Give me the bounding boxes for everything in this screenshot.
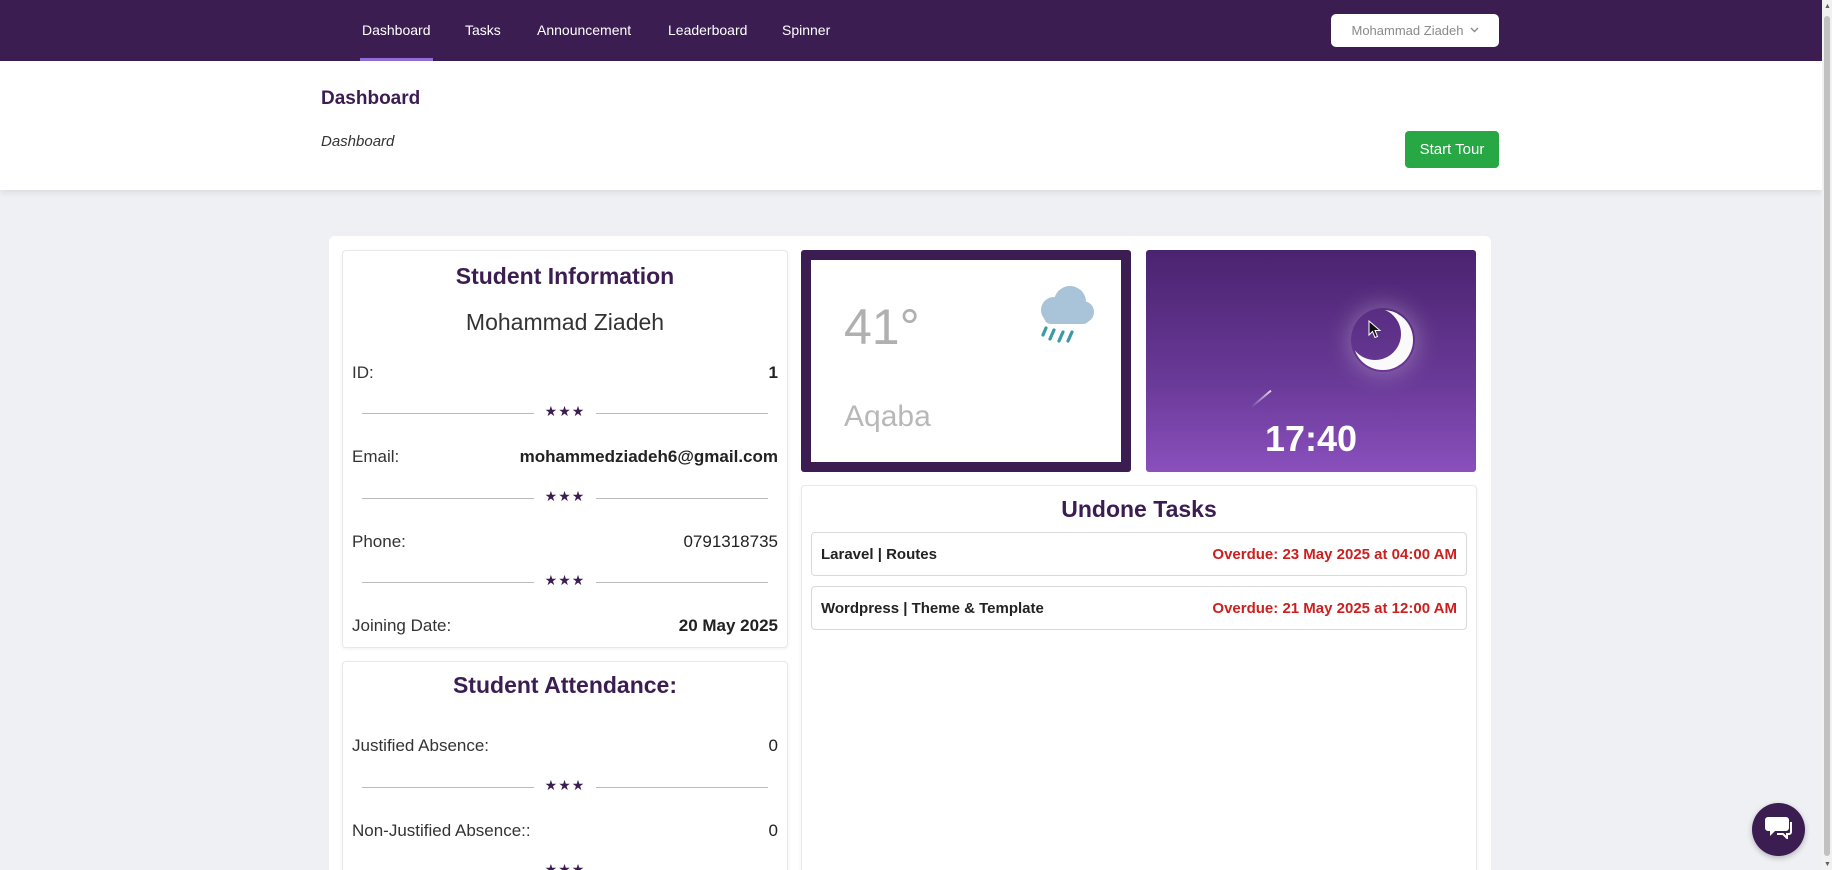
nav-link-leaderboard[interactable]: Leaderboard [668, 0, 747, 61]
non-justified-absence-value: 0 [768, 821, 778, 840]
email-value: mohammedziadeh6@gmail.com [519, 447, 778, 466]
nav-link-spinner[interactable]: Spinner [782, 0, 830, 61]
stars-divider-icon: ★★★ [544, 403, 586, 419]
student-attendance-title: Student Attendance: [452, 672, 678, 698]
joining-date-label: Joining Date: [352, 616, 452, 635]
night-clock-widget: 17:40 [1146, 250, 1476, 472]
undone-tasks-title: Undone Tasks [1061, 496, 1217, 522]
task-name: Laravel | Routes [821, 546, 937, 563]
task-item[interactable]: Wordpress | Theme & Template Overdue: 21… [811, 586, 1467, 630]
divider: ★★★ [362, 488, 768, 505]
joining-date-value: 20 May 2025 [678, 616, 778, 635]
chat-button[interactable] [1752, 803, 1805, 856]
page-header: Dashboard Dashboard Start Tour [0, 61, 1822, 190]
moon-icon [1351, 308, 1415, 372]
scroll-up-icon[interactable]: ▲ [1824, 3, 1831, 10]
stars-divider-icon: ★★★ [544, 861, 586, 870]
mouse-cursor-icon [1368, 319, 1382, 345]
page-scrollbar[interactable]: ▲ ▼ [1822, 0, 1832, 870]
shooting-star-icon [1250, 389, 1272, 409]
stars-divider-icon: ★★★ [544, 572, 586, 588]
task-due-status: Overdue: 21 May 2025 at 12:00 AM [1212, 600, 1457, 617]
clock-time: 17:40 [1264, 418, 1358, 459]
stars-divider-icon: ★★★ [544, 488, 586, 504]
student-attendance-card: Student Attendance: Justified Absence: 0… [342, 661, 788, 870]
undone-tasks-card: Undone Tasks Laravel | Routes Overdue: 2… [801, 485, 1477, 870]
nav-link-announcement[interactable]: Announcement [537, 0, 631, 61]
breadcrumb: Dashboard [321, 133, 395, 150]
scrollbar-thumb[interactable] [1824, 16, 1830, 856]
weather-temperature: 41° [844, 299, 920, 355]
id-label: ID: [352, 363, 374, 382]
divider: ★★★ [362, 861, 768, 870]
user-menu-button[interactable]: Mohammad Ziadeh [1331, 14, 1499, 47]
phone-label: Phone: [352, 532, 406, 551]
page-title: Dashboard [321, 88, 421, 109]
chevron-down-icon [1470, 25, 1479, 36]
weather-city: Aqaba [844, 400, 931, 433]
start-tour-button[interactable]: Start Tour [1405, 131, 1499, 168]
email-label: Email: [352, 447, 400, 466]
justified-absence-value: 0 [768, 736, 778, 755]
non-justified-absence-label: Non-Justified Absence:: [352, 821, 531, 840]
divider: ★★★ [362, 777, 768, 794]
nav-link-dashboard[interactable]: Dashboard [360, 0, 432, 61]
id-value: 1 [768, 363, 778, 382]
stars-divider-icon: ★★★ [544, 777, 586, 793]
student-name: Mohammad Ziadeh [465, 309, 665, 335]
scroll-down-icon[interactable]: ▼ [1824, 861, 1831, 868]
task-name: Wordpress | Theme & Template [821, 600, 1044, 617]
task-item[interactable]: Laravel | Routes Overdue: 23 May 2025 at… [811, 532, 1467, 576]
user-menu-label: Mohammad Ziadeh [1351, 23, 1464, 38]
phone-value: 0791318735 [683, 532, 778, 551]
nav-link-tasks[interactable]: Tasks [465, 0, 501, 61]
student-info-title: Student Information [455, 263, 675, 289]
rain-cloud-icon [1032, 282, 1096, 353]
weather-widget: 41° Aqaba [801, 250, 1131, 472]
student-info-card: Student Information Mohammad Ziadeh ID: … [342, 250, 788, 648]
justified-absence-label: Justified Absence: [352, 736, 490, 755]
top-navbar: Dashboard Tasks Announcement Leaderboard… [0, 0, 1822, 61]
chat-bubble-icon [1764, 815, 1793, 844]
divider: ★★★ [362, 403, 768, 420]
task-due-status: Overdue: 23 May 2025 at 04:00 AM [1212, 546, 1457, 563]
divider: ★★★ [362, 572, 768, 589]
